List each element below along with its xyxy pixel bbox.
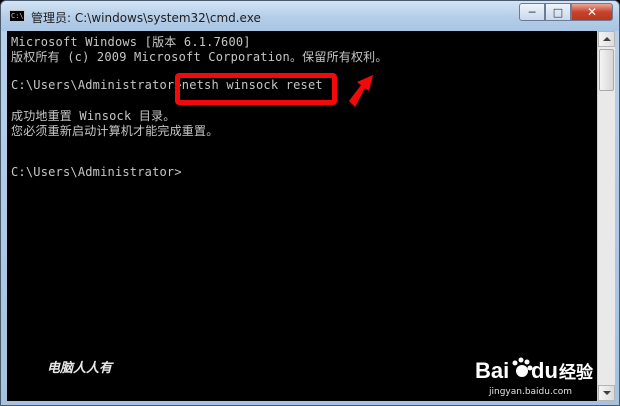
baidu-logo-jingyan: 经验 xyxy=(559,362,594,383)
close-button[interactable]: ✕ xyxy=(571,3,613,21)
chevron-up-icon xyxy=(603,37,611,41)
window-title: 管理员: C:\windows\system32\cmd.exe xyxy=(31,11,261,25)
cmd-icon[interactable]: C:\. xyxy=(9,10,25,22)
command-highlight-box xyxy=(175,73,337,105)
cmd-window: C:\. 管理员: C:\windows\system32\cmd.exe ─ … xyxy=(0,0,620,406)
minimize-icon: ─ xyxy=(528,5,536,19)
console-line: 您必须重新启动计算机才能完成重置。 xyxy=(11,124,219,138)
baidu-logo-du: du xyxy=(531,358,558,383)
console-prompt-line: C:\Users\Administrator> xyxy=(11,165,182,179)
console-output[interactable]: Microsoft Windows [版本 6.1.7600] 版权所有 (c)… xyxy=(7,31,597,401)
baidu-logo-bai: Bai xyxy=(475,358,509,383)
scroll-thumb[interactable] xyxy=(599,49,614,91)
caption-buttons: ─ □ ✕ xyxy=(519,3,613,21)
scroll-down-button[interactable] xyxy=(598,385,615,401)
minimize-button[interactable]: ─ xyxy=(519,3,545,21)
title-bar[interactable]: C:\. 管理员: C:\windows\system32\cmd.exe ─ … xyxy=(1,1,619,31)
maximize-button[interactable]: □ xyxy=(545,3,571,21)
close-icon: ✕ xyxy=(586,5,598,19)
baidu-url-watermark: jingyan.baidu.com xyxy=(489,387,573,397)
scroll-up-button[interactable] xyxy=(598,31,615,47)
red-arrow-icon xyxy=(349,75,373,107)
chevron-down-icon xyxy=(603,391,611,395)
vertical-scrollbar[interactable] xyxy=(597,31,615,401)
paw-icon xyxy=(512,357,533,377)
maximize-icon: □ xyxy=(552,5,564,19)
author-watermark: 电脑人人有 xyxy=(47,361,113,376)
console-line: 版权所有 (c) 2009 Microsoft Corporation。保留所有… xyxy=(11,50,388,64)
baidu-jingyan-logo: Bai du 经验 xyxy=(475,357,594,383)
